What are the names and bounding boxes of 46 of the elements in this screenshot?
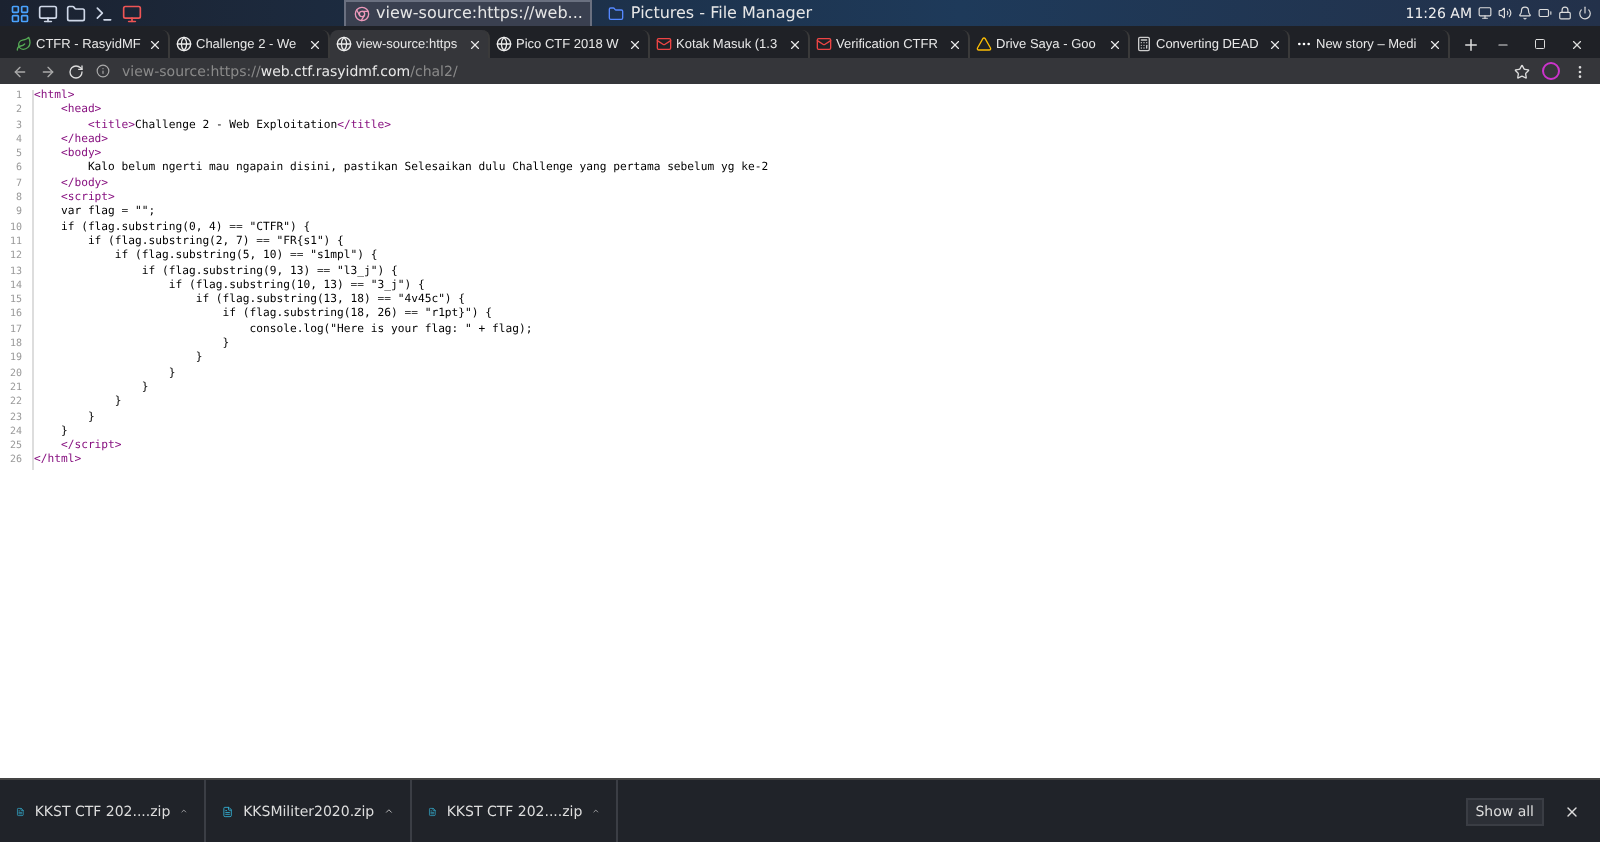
battery-icon[interactable] [1538,6,1552,20]
file-icon [428,803,437,819]
star-icon[interactable] [1514,63,1530,79]
close-icon[interactable] [308,37,322,51]
close-icon[interactable] [1564,803,1580,819]
globe-icon [176,36,192,52]
reload-icon[interactable] [68,63,84,79]
desktop-icon[interactable] [37,3,57,23]
close-icon[interactable] [788,37,802,51]
close-icon[interactable] [1570,37,1584,51]
mail-icon [816,36,832,52]
mail-icon [656,36,672,52]
close-icon[interactable] [148,37,162,51]
lock-icon[interactable] [1558,6,1572,20]
info-icon [96,64,110,78]
power-icon[interactable] [1578,6,1592,20]
close-icon[interactable] [628,37,642,51]
new-tab-icon[interactable] [1462,35,1480,53]
globe-icon [496,36,512,52]
caret-icon[interactable] [384,804,394,818]
taskbar-item[interactable]: Pictures - File Manager [598,0,823,27]
calculator-icon [1136,36,1152,52]
volume-icon[interactable] [1498,6,1512,20]
screen-icon[interactable] [121,3,141,23]
profile-avatar[interactable] [1542,62,1560,80]
forward-icon[interactable] [40,63,56,79]
taskbar-item[interactable]: view-source:https://web... [344,0,593,27]
file-icon [222,803,234,819]
close-icon[interactable] [948,37,962,51]
close-icon[interactable] [1108,37,1122,51]
triangle-icon [976,36,992,52]
close-icon[interactable] [468,37,482,51]
globe-icon [336,36,352,52]
terminal-icon[interactable] [93,3,113,23]
menu-icon[interactable] [9,3,29,23]
browser-icon [354,5,370,21]
bell-icon[interactable] [1518,6,1532,20]
folder-icon [608,5,625,21]
display-icon[interactable] [1478,6,1492,20]
folder-icon[interactable] [65,3,85,23]
close-icon[interactable] [1268,37,1282,51]
file-icon [16,803,25,819]
maximize-icon[interactable] [1534,38,1546,50]
leaf-icon [16,36,32,52]
back-icon[interactable] [12,63,28,79]
close-icon[interactable] [1428,37,1442,51]
